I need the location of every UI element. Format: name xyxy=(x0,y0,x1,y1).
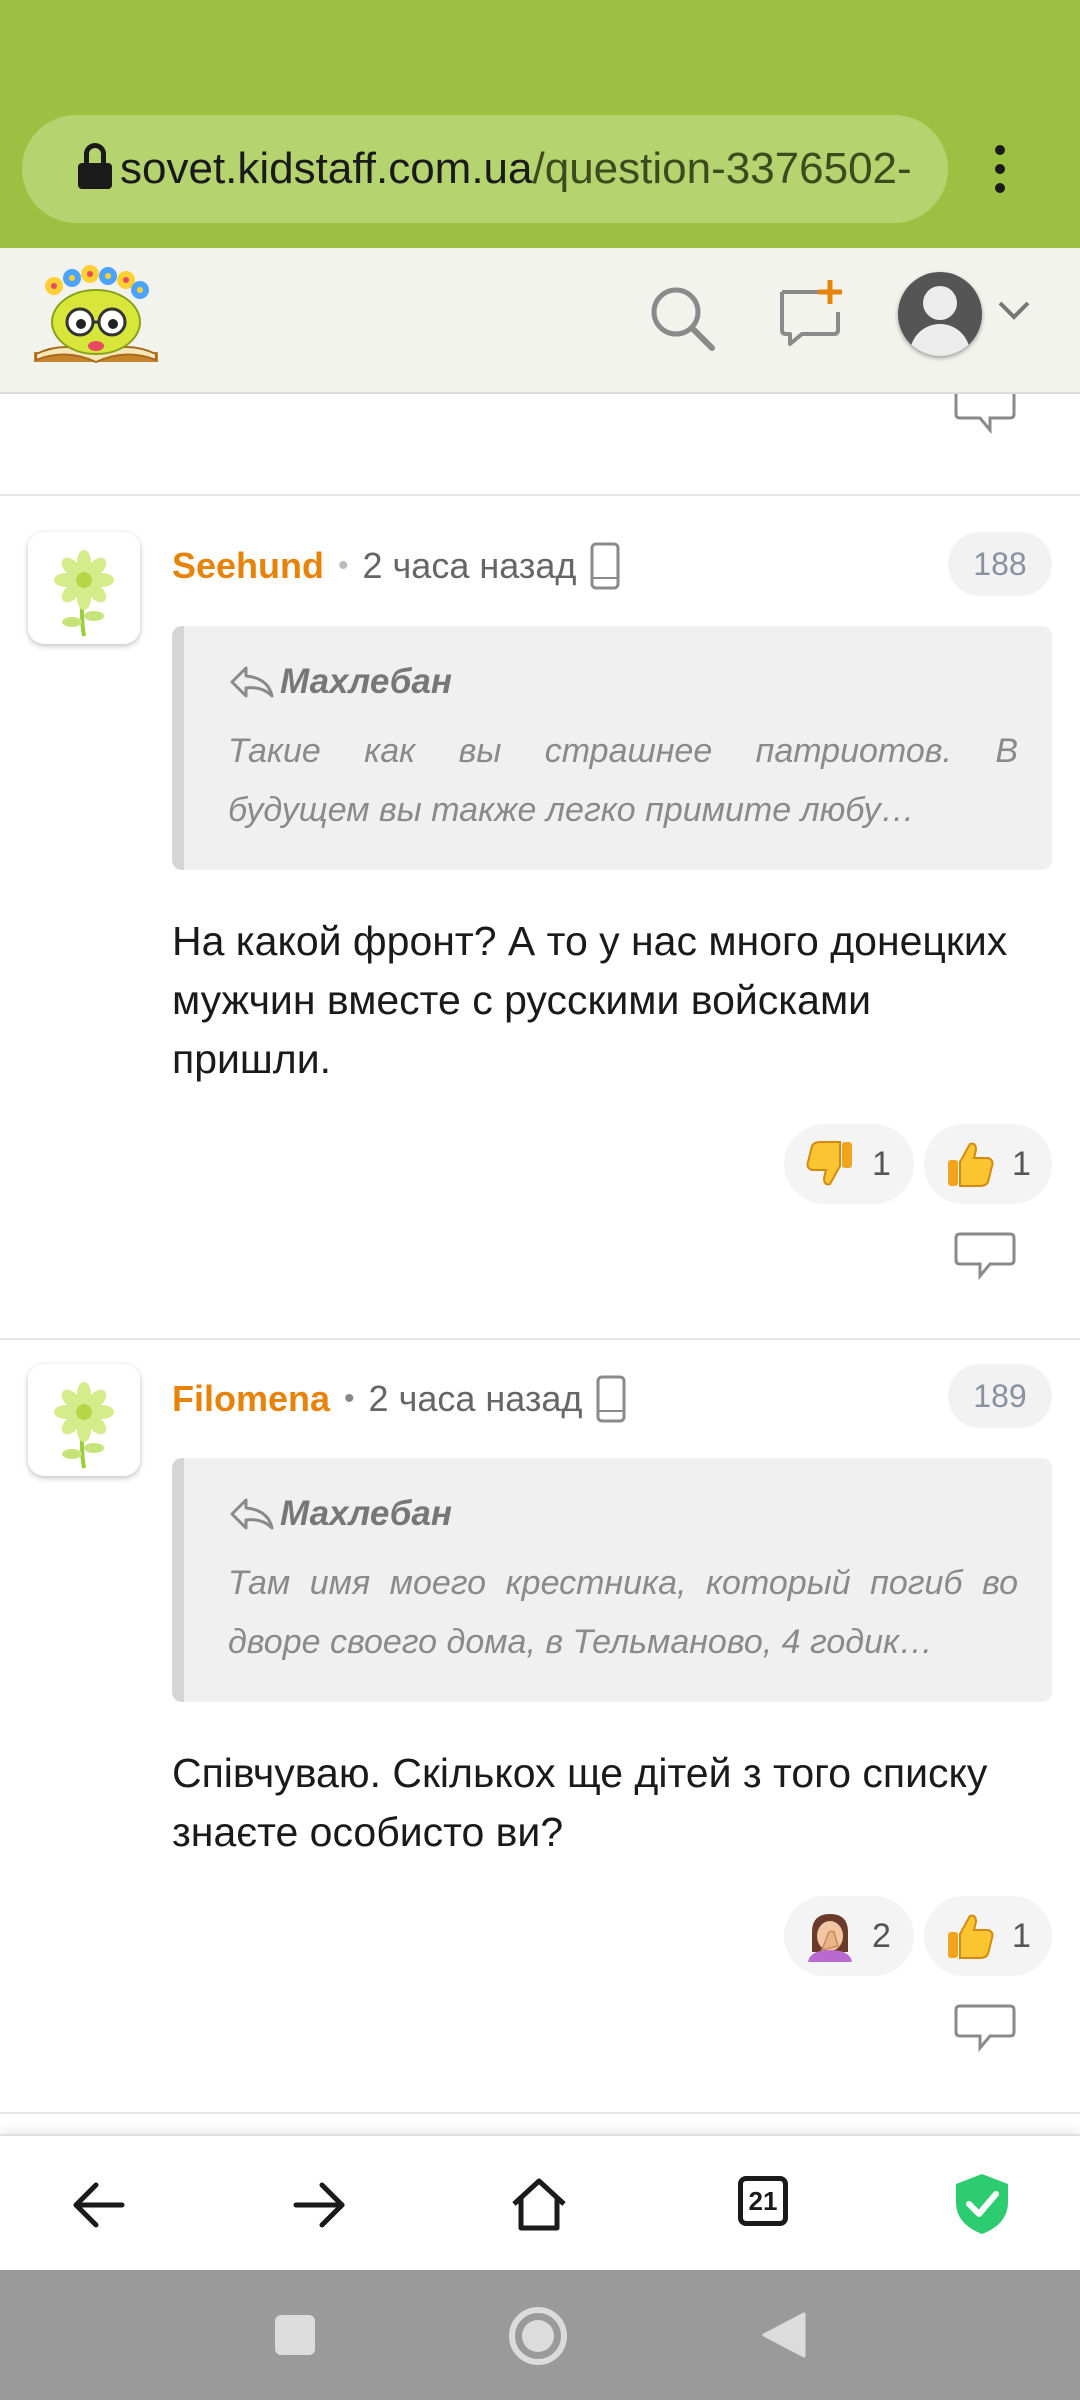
comment-text: Співчуваю. Скількох ще дітей з того спис… xyxy=(172,1750,988,1855)
quote-author: Махлебан xyxy=(280,1494,452,1533)
site-header xyxy=(0,248,1080,394)
quote-line: дворе своего дома, в Тельманово, 4 годик… xyxy=(228,1623,934,1661)
comment-divider xyxy=(0,2112,1080,2114)
quote-text: Там имя моего крестника, который погиб в… xyxy=(228,1554,1018,1672)
reply-arrow-icon xyxy=(230,666,274,698)
comment-divider xyxy=(0,494,1080,496)
reaction-thumbs-down[interactable]: 1 xyxy=(784,1124,914,1204)
quote-line: будущем вы также легко примите любу… xyxy=(228,791,915,829)
quote-text: Такие как вы страшнее патриотов. В будущ… xyxy=(228,722,1018,840)
lock-icon xyxy=(78,143,112,189)
chevron-down-icon[interactable] xyxy=(996,298,1032,322)
browser-bottom-nav: 21 xyxy=(0,2134,1080,2270)
quote-line: Там имя моего крестника, который погиб в… xyxy=(228,1564,1018,1602)
address-bar[interactable]: sovet.kidstaff.com.ua/question-3376502- xyxy=(22,115,948,223)
reaction-thumbs-up[interactable]: 1 xyxy=(924,1896,1052,1976)
quote-block[interactable]: Махлебан Такие как вы страшнее патриотов… xyxy=(172,626,1052,870)
thumbs-up-icon xyxy=(948,1914,994,1959)
comment-meta: Seehund • 2 часа назад xyxy=(172,541,620,591)
reaction-facepalm[interactable]: 2 xyxy=(784,1896,914,1976)
comment-number[interactable]: 188 xyxy=(948,532,1052,596)
quote-header: Махлебан xyxy=(228,662,452,702)
meta-separator: • xyxy=(338,549,349,582)
comment-meta: Filomena • 2 часа назад xyxy=(172,1374,626,1424)
reaction-count: 1 xyxy=(872,1144,891,1183)
shield-check-icon[interactable] xyxy=(952,2172,1012,2236)
reply-arrow-icon xyxy=(230,1498,274,1530)
user-menu[interactable] xyxy=(898,272,1032,358)
back-triangle-icon[interactable] xyxy=(760,2310,808,2360)
home-circle-icon[interactable] xyxy=(508,2306,568,2366)
search-icon[interactable] xyxy=(646,282,718,354)
comment-divider xyxy=(0,1338,1080,1340)
more-menu-icon[interactable] xyxy=(990,145,1010,195)
home-icon[interactable] xyxy=(510,2176,568,2234)
quote-header: Махлебан xyxy=(228,1494,452,1534)
quote-block[interactable]: Махлебан Там имя моего крестника, которы… xyxy=(172,1458,1052,1702)
reaction-count: 1 xyxy=(1012,1144,1031,1183)
flower-icon xyxy=(54,550,114,637)
commenter-avatar[interactable] xyxy=(28,1364,140,1476)
url-text[interactable]: sovet.kidstaff.com.ua/question-3376502- xyxy=(120,141,912,197)
comment-author[interactable]: Seehund xyxy=(172,545,324,587)
reaction-count: 2 xyxy=(872,1916,891,1955)
facepalm-icon xyxy=(808,1914,852,1962)
thumbs-up-icon xyxy=(948,1142,994,1187)
site-logo[interactable] xyxy=(32,264,162,374)
comment-text: На какой фронт? А то у нас много донецки… xyxy=(172,918,1008,1082)
comment-author[interactable]: Filomena xyxy=(172,1378,330,1420)
comment-time: 2 часа назад xyxy=(362,545,577,586)
forward-arrow-icon[interactable] xyxy=(290,2176,348,2234)
reaction-count: 1 xyxy=(1012,1916,1031,1955)
quote-line: Такие как вы страшнее патриотов. В xyxy=(228,732,1018,770)
comment-number[interactable]: 189 xyxy=(948,1364,1052,1428)
reply-icon[interactable] xyxy=(954,2004,1016,2054)
comment-time: 2 часа назад xyxy=(368,1378,583,1419)
system-navigation-bar xyxy=(0,2270,1080,2400)
meta-separator: • xyxy=(344,1382,355,1415)
thumbs-down-icon xyxy=(806,1141,852,1186)
new-question-icon[interactable] xyxy=(776,278,848,350)
back-arrow-icon[interactable] xyxy=(70,2176,128,2234)
mobile-device-icon xyxy=(596,1375,626,1423)
tabs-count-button[interactable]: 21 xyxy=(738,2176,788,2226)
browser-toolbar: sovet.kidstaff.com.ua/question-3376502- xyxy=(0,0,1080,248)
avatar[interactable] xyxy=(898,272,982,356)
flower-icon xyxy=(54,1382,114,1469)
url-host: sovet.kidstaff.com.ua xyxy=(120,144,533,193)
reply-icon[interactable] xyxy=(954,394,1016,442)
quote-author: Махлебан xyxy=(280,662,452,701)
reply-icon[interactable] xyxy=(954,1232,1016,1282)
mobile-device-icon xyxy=(590,542,620,590)
commenter-avatar[interactable] xyxy=(28,532,140,644)
recents-icon[interactable] xyxy=(274,2314,316,2356)
reaction-thumbs-up[interactable]: 1 xyxy=(924,1124,1052,1204)
url-path: /question-3376502- xyxy=(532,144,912,193)
